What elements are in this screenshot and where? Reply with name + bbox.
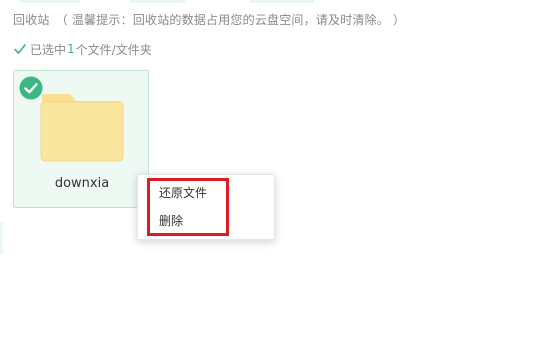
file-name: downxia	[54, 176, 110, 191]
menu-item-restore[interactable]: 还原文件	[138, 179, 274, 207]
folder-icon	[40, 94, 124, 162]
selection-suffix: 个文件/文件夹	[75, 42, 152, 57]
page-tip-text: （ 温馨提示：回收站的数据占用您的云盘空间，请及时清除。 ）	[55, 13, 406, 27]
menu-item-delete[interactable]: 删除	[138, 207, 274, 235]
top-tabs-strip	[0, 0, 540, 3]
recycle-bin-page: 回收站 （ 温馨提示：回收站的数据占用您的云盘空间，请及时清除。 ） 已选中 1 个文…	[0, 0, 540, 360]
file-card-downxia[interactable]: downxia	[13, 70, 149, 208]
page-title-text: 回收站	[13, 13, 50, 27]
context-menu: 还原文件 删除	[137, 174, 275, 240]
top-tab-fragment	[250, 0, 315, 3]
selection-prefix: 已选中	[30, 42, 67, 57]
select-all-check-icon[interactable]	[13, 42, 27, 56]
selection-bar: 已选中 1 个文件/文件夹	[13, 40, 152, 58]
page-title: 回收站 （ 温馨提示：回收站的数据占用您的云盘空间，请及时清除。 ）	[13, 11, 405, 28]
selection-count: 1	[67, 42, 75, 56]
top-tab-fragment	[130, 0, 185, 3]
left-edge-accent	[0, 222, 3, 254]
top-tab-fragment	[20, 0, 80, 3]
